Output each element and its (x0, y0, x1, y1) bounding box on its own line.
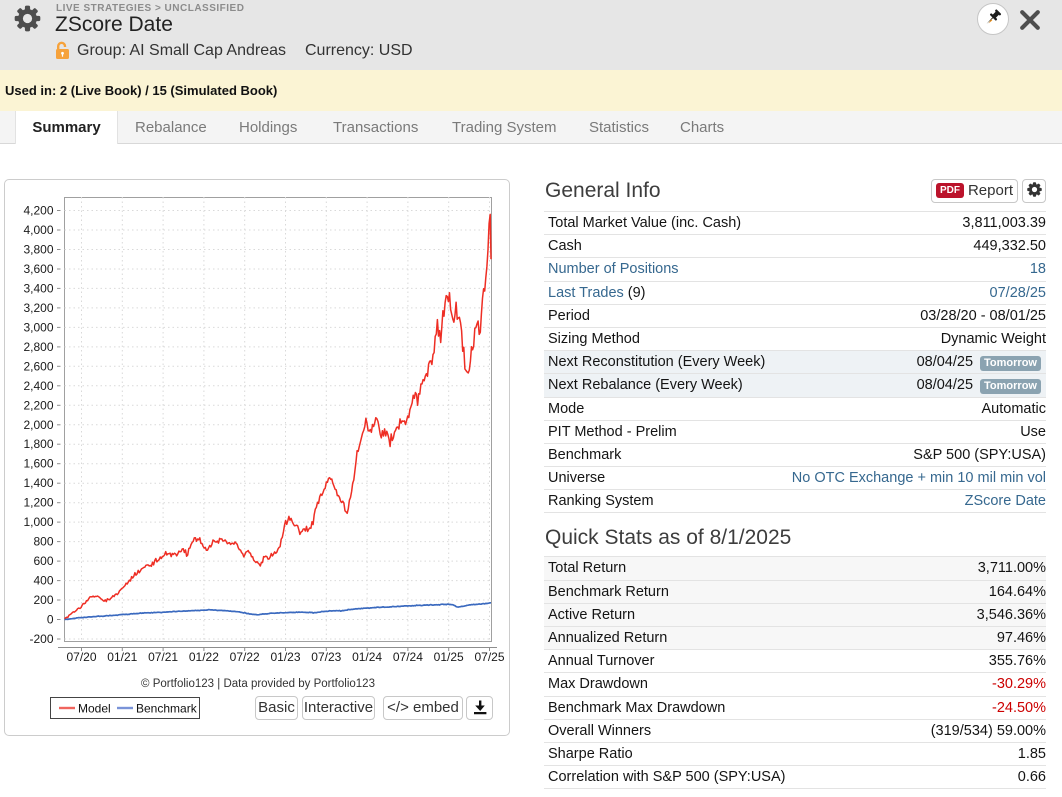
svg-text:3,200: 3,200 (23, 301, 53, 315)
svg-text:2,000: 2,000 (23, 418, 53, 432)
svg-text:01/24: 01/24 (352, 650, 382, 664)
svg-text:600: 600 (33, 554, 53, 568)
svg-text:3,400: 3,400 (23, 281, 53, 295)
svg-text:1,200: 1,200 (23, 496, 53, 510)
svg-text:01/25: 01/25 (434, 650, 464, 664)
svg-text:Model: Model (78, 702, 111, 716)
svg-text:3,800: 3,800 (23, 243, 53, 257)
svg-text:2,600: 2,600 (23, 359, 53, 373)
svg-text:© Portfolio123 | Data provided: © Portfolio123 | Data provided by Portfo… (141, 678, 375, 690)
svg-text:200: 200 (33, 593, 53, 607)
svg-text:07/23: 07/23 (311, 650, 341, 664)
svg-text:2,400: 2,400 (23, 379, 53, 393)
svg-text:01/22: 01/22 (189, 650, 219, 664)
svg-text:07/21: 07/21 (148, 650, 178, 664)
svg-text:07/20: 07/20 (66, 650, 96, 664)
svg-text:1,800: 1,800 (23, 437, 53, 451)
svg-text:07/24: 07/24 (393, 650, 423, 664)
svg-text:Benchmark: Benchmark (136, 702, 198, 716)
svg-text:800: 800 (33, 535, 53, 549)
svg-text:3,600: 3,600 (23, 262, 53, 276)
svg-text:3,000: 3,000 (23, 320, 53, 334)
svg-text:2,800: 2,800 (23, 340, 53, 354)
svg-text:0: 0 (47, 613, 54, 627)
svg-text:01/21: 01/21 (107, 650, 137, 664)
svg-text:07/22: 07/22 (230, 650, 260, 664)
svg-text:4,000: 4,000 (23, 223, 53, 237)
svg-text:1,000: 1,000 (23, 515, 53, 529)
svg-text:1,600: 1,600 (23, 457, 53, 471)
svg-text:-200: -200 (29, 632, 53, 646)
svg-text:400: 400 (33, 574, 53, 588)
svg-text:01/23: 01/23 (270, 650, 300, 664)
svg-text:4,200: 4,200 (23, 204, 53, 218)
svg-text:07/25: 07/25 (474, 650, 504, 664)
svg-text:1,400: 1,400 (23, 476, 53, 490)
svg-text:2,200: 2,200 (23, 398, 53, 412)
